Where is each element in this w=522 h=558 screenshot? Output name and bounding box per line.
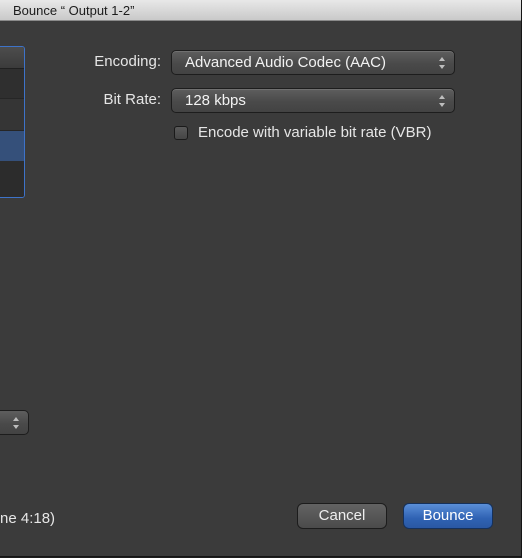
updown-arrows-icon	[439, 95, 445, 107]
list-item[interactable]	[0, 69, 24, 99]
vbr-label[interactable]: Encode with variable bit rate (VBR)	[198, 124, 431, 141]
bit-rate-label: Bit Rate:	[103, 91, 161, 108]
title-bar[interactable]: Bounce “ Output 1-2”	[0, 0, 521, 21]
bounce-button[interactable]: Bounce	[403, 503, 493, 529]
updown-arrows-icon	[13, 417, 19, 429]
updown-arrows-icon	[439, 57, 445, 69]
bit-rate-value: 128 kbps	[185, 92, 246, 109]
encoding-value: Advanced Audio Codec (AAC)	[185, 54, 386, 71]
bit-rate-popup[interactable]: 128 kbps	[171, 88, 455, 113]
left-popup[interactable]	[0, 410, 29, 435]
list-item-selected[interactable]	[0, 131, 24, 161]
cancel-button[interactable]: Cancel	[297, 503, 387, 529]
list-item[interactable]	[0, 99, 24, 131]
encoding-popup[interactable]: Advanced Audio Codec (AAC)	[171, 50, 455, 75]
destination-list[interactable]	[0, 46, 25, 198]
encoding-label: Encoding:	[94, 53, 161, 70]
list-header[interactable]	[0, 47, 24, 69]
time-info-text: ne 4:18)	[0, 510, 56, 527]
vbr-checkbox[interactable]	[174, 126, 188, 140]
list-item[interactable]	[0, 161, 24, 197]
window-title: Bounce “ Output 1-2”	[13, 3, 135, 18]
bounce-dialog: Bounce “ Output 1-2” Encoding: Advanced …	[0, 0, 522, 557]
